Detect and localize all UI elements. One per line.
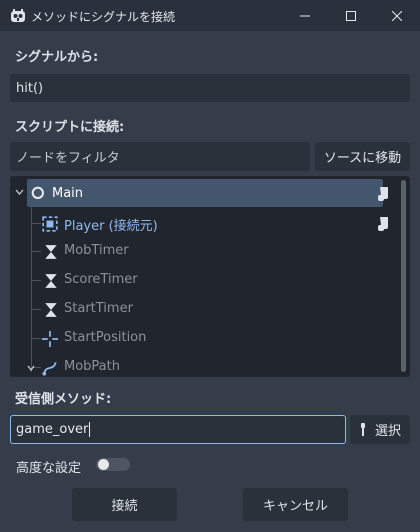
node-filter-input[interactable]: ノードをフィルタ	[10, 142, 310, 171]
godot-app-icon	[11, 9, 25, 22]
tree-item-label: Player (接続元)	[64, 219, 158, 234]
timer-icon	[45, 303, 57, 317]
goto-source-button[interactable]: ソースに移動	[315, 142, 410, 171]
tree-item-mobtimer[interactable]: MobTimer	[10, 236, 400, 264]
chevron-down-icon[interactable]	[15, 189, 24, 195]
signal-section-label: シグナルから:	[15, 50, 99, 65]
tree-branch-line	[32, 338, 41, 339]
receiver-method-value: game_over	[16, 422, 89, 437]
timer-icon	[45, 274, 57, 288]
script-section-label: スクリプトに接続:	[15, 120, 125, 135]
advanced-toggle-knob	[98, 459, 109, 470]
node-circle-icon	[31, 186, 45, 200]
tree-item-label: StartTimer	[64, 301, 133, 316]
tree-item-label: StartPosition	[64, 330, 147, 345]
minimize-button[interactable]	[282, 0, 328, 31]
tree-item-label: ScoreTimer	[64, 272, 138, 287]
path2d-icon	[42, 361, 57, 376]
tree-scrollbar[interactable]	[401, 180, 406, 372]
tree-item-label: MobTimer	[64, 243, 129, 258]
connect-button[interactable]: 接続	[72, 488, 177, 521]
cancel-button[interactable]: キャンセル	[243, 488, 348, 521]
eyedropper-icon	[360, 422, 365, 436]
maximize-button[interactable]	[328, 0, 374, 31]
text-caret	[89, 422, 91, 437]
area2d-icon	[42, 216, 58, 232]
tree-item-mobpath[interactable]: MobPath	[10, 352, 400, 377]
maximize-icon	[346, 10, 356, 21]
receiver-section-label: 受信側メソッド:	[15, 392, 112, 407]
advanced-label: 高度な設定	[16, 461, 82, 476]
tree-item-startposition[interactable]: StartPosition	[10, 323, 400, 351]
pick-method-label: 選択	[374, 424, 401, 439]
window-title: メソッドにシグナルを接続	[31, 10, 176, 24]
tree-item-label: Main	[52, 186, 84, 201]
tree-item-starttimer[interactable]: StartTimer	[10, 294, 400, 322]
tree-branch-line	[32, 251, 41, 252]
timer-icon	[45, 245, 57, 259]
title-bar: メソッドにシグナルを接続	[0, 0, 420, 31]
minimize-icon	[300, 15, 310, 16]
tree-branch-line	[32, 223, 41, 224]
script-icon[interactable]	[377, 216, 391, 232]
tree-branch-line	[32, 309, 41, 310]
chevron-down-icon[interactable]	[27, 365, 35, 371]
script-icon[interactable]	[377, 186, 391, 202]
tree-branch-line	[32, 280, 41, 281]
tree-item-label: MobPath	[64, 359, 120, 374]
signal-field: hit()	[10, 74, 410, 102]
scene-tree[interactable]: Main Player (接続元) MobTimer ScoreTimer St…	[10, 176, 410, 377]
close-button[interactable]	[374, 0, 420, 31]
tree-item-scoretimer[interactable]: ScoreTimer	[10, 265, 400, 293]
marker2d-icon	[42, 331, 58, 347]
close-icon	[392, 10, 402, 21]
pick-method-button[interactable]: 選択	[350, 415, 410, 444]
tree-item-main[interactable]: Main	[10, 176, 400, 207]
tree-item-player[interactable]: Player (接続元)	[10, 207, 400, 235]
receiver-method-input[interactable]: game_over	[10, 415, 346, 444]
